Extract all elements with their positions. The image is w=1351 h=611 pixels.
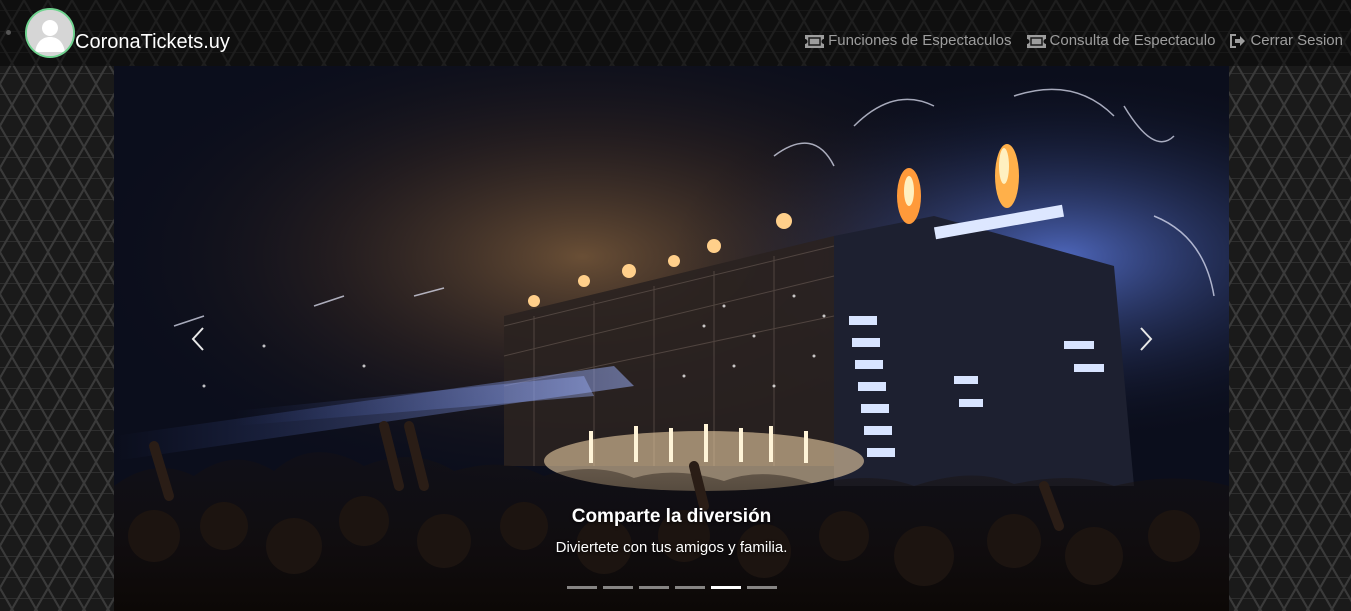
carousel-indicator[interactable] bbox=[639, 586, 669, 589]
nav-funciones-label: Funciones de Espectaculos bbox=[828, 32, 1012, 49]
carousel-caption: Comparte la diversión Diviertete con tus… bbox=[114, 504, 1229, 558]
hero-carousel: Comparte la diversión Diviertete con tus… bbox=[114, 66, 1229, 611]
ticket-icon bbox=[805, 34, 825, 48]
nav-cerrar-label: Cerrar Sesion bbox=[1250, 32, 1343, 49]
nav-cerrar-sesion[interactable]: Cerrar Sesion bbox=[1230, 32, 1343, 50]
carousel-indicator[interactable] bbox=[603, 586, 633, 589]
nav-funciones-espectaculos[interactable]: Funciones de Espectaculos bbox=[805, 32, 1012, 50]
chevron-left-icon bbox=[191, 327, 204, 351]
user-avatar-icon[interactable] bbox=[25, 8, 75, 58]
ticket-icon bbox=[1026, 34, 1046, 48]
carousel-indicator[interactable] bbox=[567, 586, 597, 589]
carousel-indicator[interactable] bbox=[711, 586, 741, 589]
nav-consulta-espectaculo[interactable]: Consulta de Espectaculo bbox=[1026, 32, 1216, 50]
nav-toggle-dot bbox=[6, 30, 11, 35]
caption-text: Diviertete con tus amigos y familia. bbox=[555, 539, 788, 556]
nav-consulta-label: Consulta de Espectaculo bbox=[1049, 32, 1216, 49]
chevron-right-icon bbox=[1140, 327, 1153, 351]
log-out-icon bbox=[1230, 34, 1246, 48]
caption-title: Comparte la diversión bbox=[571, 506, 772, 527]
carousel-next-button[interactable] bbox=[1130, 324, 1160, 354]
nav-links: Funciones de Espectaculos Consulta de Es… bbox=[805, 32, 1343, 50]
top-navbar: CoronaTickets.uy Funciones de Espectacul… bbox=[0, 0, 1351, 66]
carousel-indicator[interactable] bbox=[747, 586, 777, 589]
carousel-indicators bbox=[567, 586, 777, 589]
carousel-prev-button[interactable] bbox=[184, 324, 214, 354]
carousel-indicator[interactable] bbox=[675, 586, 705, 589]
brand-name[interactable]: CoronaTickets.uy bbox=[75, 30, 230, 54]
